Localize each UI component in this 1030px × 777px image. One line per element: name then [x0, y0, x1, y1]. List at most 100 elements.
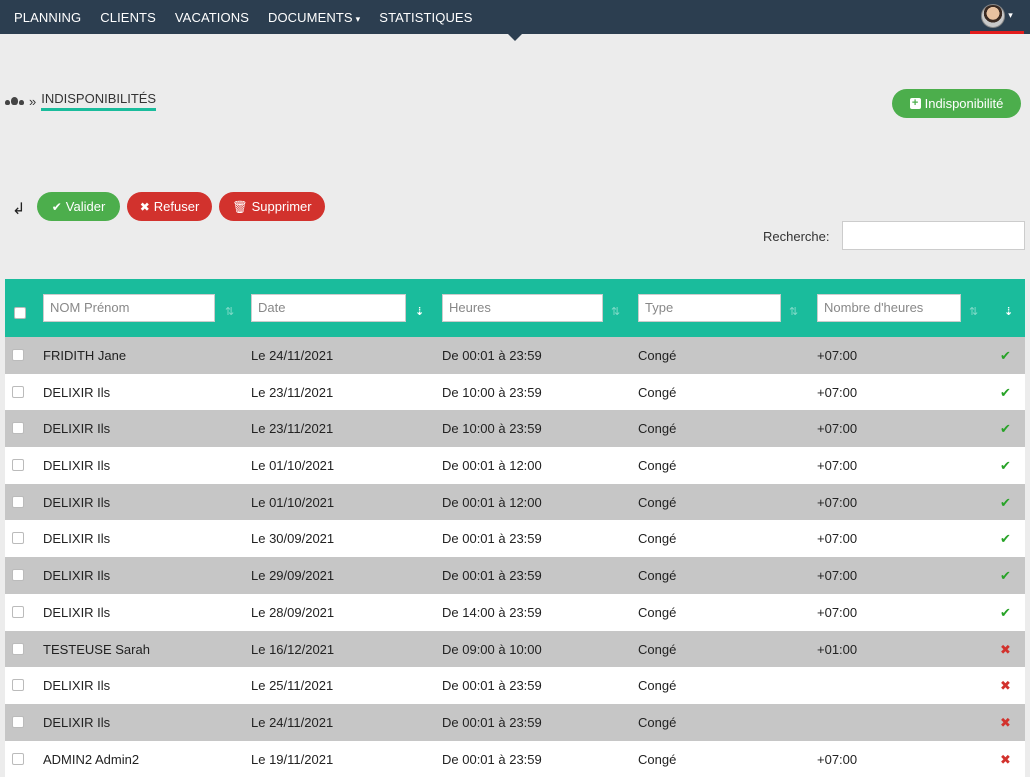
- user-menu[interactable]: ▾: [970, 0, 1024, 34]
- table-row[interactable]: ADMIN2 Admin2 Le 19/11/2021 De 00:01 à 23:…: [5, 740, 1025, 777]
- supprimer-label: Supprimer: [251, 199, 312, 214]
- table-row[interactable]: DELIXIR Ils Le 01/10/2021 De 00:01 à 12:00…: [5, 447, 1025, 484]
- cell-hours: De 00:01 à 23:59: [442, 751, 542, 767]
- nav-documents-label: DOCUMENTS: [267, 9, 353, 25]
- filter-name-input[interactable]: NOM Prénom: [43, 294, 215, 322]
- cell-type: Congé: [638, 714, 677, 730]
- row-checkbox[interactable]: [12, 715, 24, 728]
- cell-name: FRIDITH Jane: [43, 348, 127, 363]
- cell-nb-hours: +07:00: [817, 568, 858, 584]
- nav-statistiques[interactable]: STATISTIQUES: [379, 10, 472, 25]
- cell-type: Congé: [638, 458, 677, 474]
- cell-name: DELIXIR Ils: [43, 421, 111, 437]
- close-icon: ✖: [1000, 641, 1011, 657]
- add-indisponibilite-button[interactable]: + Indisponibilité: [892, 89, 1021, 118]
- filter-hours-input[interactable]: Heures: [442, 294, 603, 322]
- sort-icon[interactable]: ⇅: [611, 305, 620, 318]
- close-icon: ✖: [1000, 678, 1011, 694]
- search-input[interactable]: [842, 221, 1025, 250]
- cell-nb-hours: +07:00: [817, 531, 858, 547]
- cell-date: Le 30/09/2021: [251, 531, 335, 547]
- cell-hours: De 00:01 à 23:59: [442, 568, 542, 584]
- cell-date: Le 01/10/2021: [251, 458, 335, 474]
- table-row[interactable]: DELIXIR Ils Le 23/11/2021 De 10:00 à 23:59…: [5, 373, 1025, 411]
- cell-date: Le 16/12/2021: [251, 641, 335, 657]
- nav-documents[interactable]: DOCUMENTS ▾: [268, 10, 360, 25]
- check-icon: ✔: [1000, 568, 1011, 584]
- select-all-checkbox[interactable]: [14, 307, 26, 319]
- check-icon: ✔: [51, 199, 62, 214]
- cell-name: DELIXIR Ils: [43, 494, 111, 510]
- cell-hours: De 00:01 à 23:59: [442, 714, 542, 730]
- check-icon: ✔: [1000, 531, 1011, 547]
- row-checkbox[interactable]: [12, 605, 24, 618]
- table-row[interactable]: TESTEUSE Sarah Le 16/12/2021 De 09:00 à 10…: [5, 630, 1025, 668]
- cell-nb-hours: +07:00: [817, 604, 858, 620]
- cell-nb-hours: +07:00: [817, 421, 858, 437]
- cell-name: DELIXIR Ils: [43, 568, 111, 584]
- row-checkbox[interactable]: [12, 752, 24, 765]
- search-label: Recherche:: [763, 229, 830, 244]
- indisponibilites-table: NOM Prénom ⇅ Date ⇣ Heures ⇅ Type ⇅ Nomb…: [5, 279, 1025, 777]
- chevron-down-icon: ▾: [1008, 10, 1013, 20]
- table-header: NOM Prénom ⇅ Date ⇣ Heures ⇅ Type ⇅ Nomb…: [5, 279, 1025, 337]
- filter-nb-hours-input[interactable]: Nombre d'heures: [817, 294, 961, 322]
- cell-hours: De 10:00 à 23:59: [442, 421, 542, 437]
- row-checkbox[interactable]: [12, 495, 24, 508]
- sort-icon[interactable]: ⇅: [969, 305, 978, 318]
- nav-planning[interactable]: PLANNING: [14, 10, 81, 25]
- row-checkbox[interactable]: [12, 459, 24, 472]
- row-checkbox[interactable]: [12, 679, 24, 692]
- cell-type: Congé: [638, 531, 677, 547]
- cell-type: Congé: [638, 678, 677, 694]
- table-row[interactable]: DELIXIR Ils Le 23/11/2021 De 10:00 à 23:59…: [5, 410, 1025, 448]
- nav-vacations[interactable]: VACATIONS: [175, 10, 249, 25]
- table-row[interactable]: DELIXIR Ils Le 28/09/2021 De 14:00 à 23:59…: [5, 593, 1025, 631]
- breadcrumb-separator: »: [29, 93, 37, 109]
- cell-type: Congé: [638, 751, 677, 767]
- add-button-label: Indisponibilité: [924, 96, 1004, 111]
- table-row[interactable]: DELIXIR Ils Le 29/09/2021 De 00:01 à 23:59…: [5, 557, 1025, 594]
- refuser-button[interactable]: ✖ Refuser: [127, 192, 212, 221]
- sort-icon[interactable]: ⇅: [789, 305, 798, 318]
- row-checkbox[interactable]: [12, 385, 24, 398]
- sort-desc-icon[interactable]: ⇣: [415, 305, 424, 318]
- table-row[interactable]: DELIXIR Ils Le 01/10/2021 De 00:01 à 12:00…: [5, 483, 1025, 521]
- cell-date: Le 24/11/2021: [251, 348, 334, 363]
- table-row[interactable]: FRIDITH Jane Le 24/11/2021 De 00:01 à 23:5…: [5, 337, 1025, 374]
- sort-status-icon[interactable]: ⇣: [1004, 305, 1013, 318]
- table-row[interactable]: DELIXIR Ils Le 24/11/2021 De 00:01 à 23:59…: [5, 703, 1025, 741]
- row-checkbox[interactable]: [12, 532, 24, 545]
- close-icon: ✖: [1000, 751, 1011, 767]
- supprimer-button[interactable]: 🗑 Supprimer: [219, 192, 325, 221]
- main-nav: PLANNING CLIENTS VACATIONS DOCUMENTS ▾ ST…: [0, 0, 1030, 34]
- row-checkbox[interactable]: [12, 422, 24, 435]
- row-checkbox[interactable]: [12, 569, 24, 582]
- row-checkbox[interactable]: [12, 642, 24, 655]
- cell-nb-hours: +07:00: [817, 384, 858, 400]
- turn-down-arrow-icon: ↲: [12, 201, 26, 218]
- cell-date: Le 25/11/2021: [251, 678, 334, 694]
- cell-name: ADMIN2 Admin2: [43, 751, 140, 767]
- avatar: [981, 3, 1006, 28]
- check-icon: ✔: [1000, 458, 1011, 474]
- filter-date-input[interactable]: Date: [251, 294, 406, 322]
- valider-button[interactable]: ✔ Valider: [37, 192, 120, 221]
- sort-icon[interactable]: ⇅: [225, 305, 234, 318]
- cell-type: Congé: [638, 384, 677, 400]
- trash-icon: 🗑: [232, 199, 248, 214]
- close-icon: ✖: [1000, 714, 1011, 730]
- table-row[interactable]: DELIXIR Ils Le 25/11/2021 De 00:01 à 23:59…: [5, 667, 1025, 704]
- cell-date: Le 19/11/2021: [251, 751, 334, 767]
- cell-date: Le 23/11/2021: [251, 421, 334, 437]
- cell-name: DELIXIR Ils: [43, 531, 111, 547]
- row-checkbox[interactable]: [12, 349, 24, 361]
- table-row[interactable]: DELIXIR Ils Le 30/09/2021 De 00:01 à 23:59…: [5, 520, 1025, 558]
- nav-clients[interactable]: CLIENTS: [100, 10, 156, 25]
- filter-type-input[interactable]: Type: [638, 294, 781, 322]
- check-icon: ✔: [1000, 348, 1011, 363]
- cell-hours: De 14:00 à 23:59: [442, 604, 542, 620]
- cell-name: DELIXIR Ils: [43, 604, 111, 620]
- cell-nb-hours: +07:00: [817, 494, 858, 510]
- cell-hours: De 00:01 à 23:59: [442, 678, 542, 694]
